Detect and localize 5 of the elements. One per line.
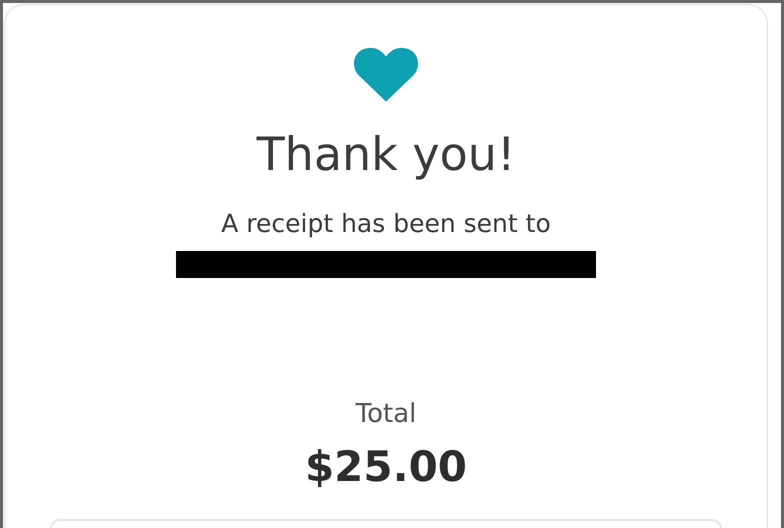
heart-icon [351, 47, 421, 102]
total-amount: $25.00 [304, 442, 468, 492]
thank-you-heading: Thank you! [256, 126, 516, 182]
receipt-message: A receipt has been sent to [221, 208, 551, 240]
total-label: Total [356, 398, 416, 430]
